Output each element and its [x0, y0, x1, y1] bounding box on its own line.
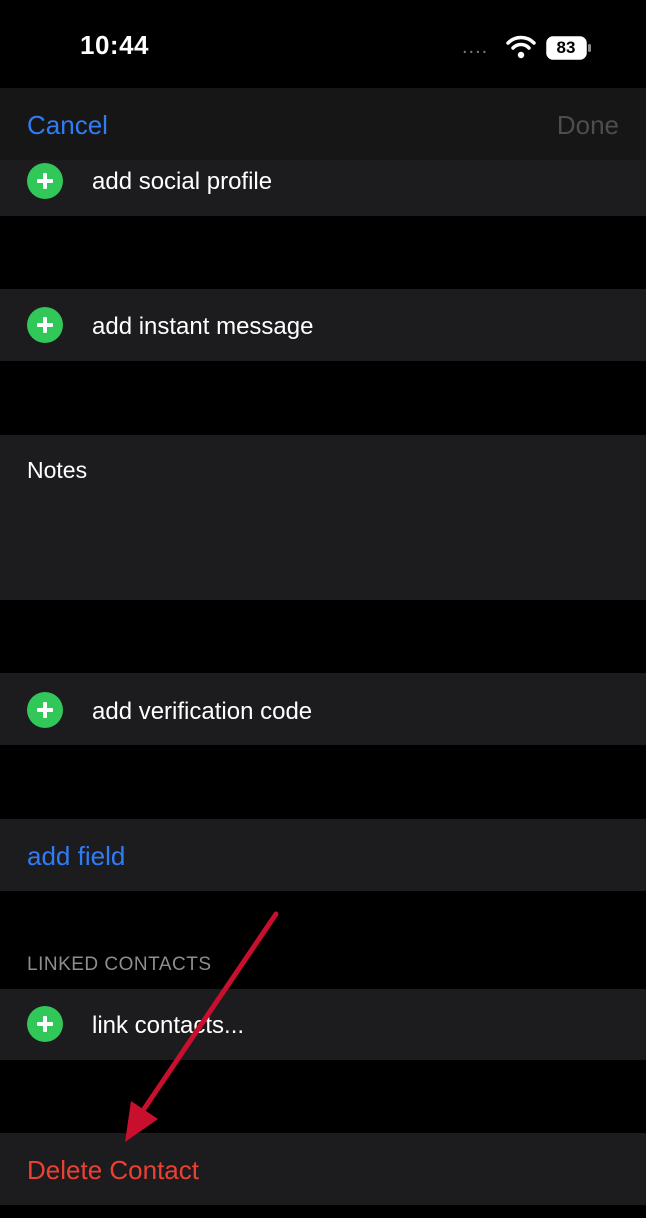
cancel-button[interactable]: Cancel — [27, 110, 108, 141]
add-circle-icon[interactable] — [27, 692, 63, 728]
add-social-profile-row[interactable]: add social profile — [0, 160, 646, 216]
wifi-icon — [506, 35, 536, 59]
notes-label: Notes — [27, 457, 88, 483]
battery-icon: 83 — [546, 36, 592, 60]
add-field-button[interactable]: add field — [27, 841, 125, 872]
link-contacts-row[interactable]: link contacts... — [0, 989, 646, 1060]
battery-level: 83 — [556, 38, 576, 57]
add-social-profile-label: add social profile — [92, 168, 273, 195]
linked-contacts-header: LINKED CONTACTS — [27, 954, 212, 975]
add-instant-message-row[interactable]: add instant message — [0, 289, 646, 361]
done-button[interactable]: Done — [557, 110, 619, 141]
add-circle-icon[interactable] — [27, 307, 63, 343]
status-time: 10:44 — [80, 30, 149, 60]
add-verification-code-label: add verification code — [92, 698, 313, 725]
delete-contact-row[interactable]: Delete Contact — [0, 1133, 646, 1205]
add-circle-icon[interactable] — [27, 1006, 63, 1042]
link-contacts-label: link contacts... — [92, 1012, 245, 1039]
add-field-row[interactable]: add field — [0, 819, 646, 891]
add-instant-message-label: add instant message — [92, 313, 314, 340]
add-verification-code-row[interactable]: add verification code — [0, 673, 646, 745]
notes-field[interactable]: Notes — [0, 435, 646, 600]
add-circle-icon[interactable] — [27, 163, 63, 199]
cellular-signal-icon: .... — [462, 36, 489, 58]
delete-contact-button[interactable]: Delete Contact — [27, 1155, 199, 1186]
